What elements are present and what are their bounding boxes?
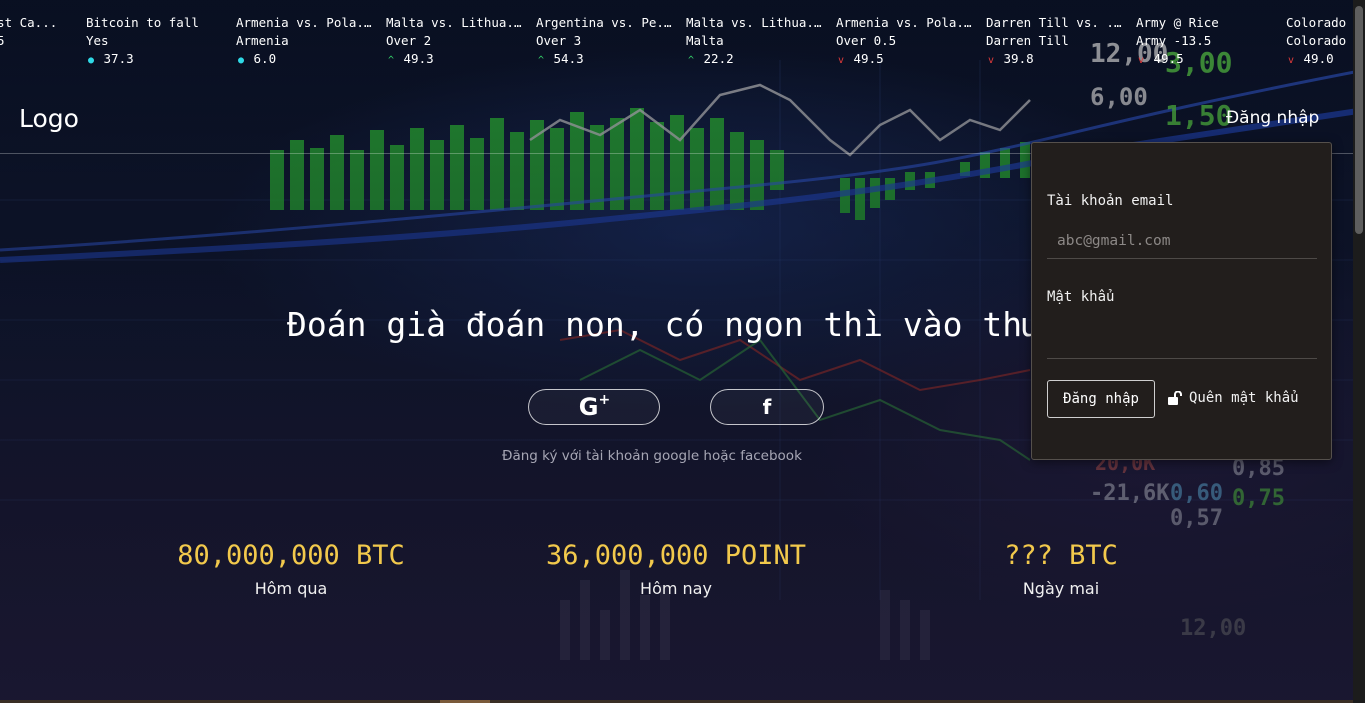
stat-value: 80,000,000 BTC — [177, 540, 405, 571]
facebook-login-button[interactable]: f — [710, 389, 824, 425]
ticker-value: 37.3 — [103, 51, 134, 66]
chevron-down-icon: v — [837, 55, 845, 66]
stat-value: 36,000,000 POINT — [545, 540, 807, 571]
ticker-value: 49.0 — [1303, 51, 1334, 66]
ticker-value: 39.8 — [1003, 51, 1034, 66]
dot-icon: ● — [237, 55, 245, 66]
google-login-button[interactable]: G+ — [528, 389, 660, 425]
ticker-pick: Army -13.5 — [1136, 33, 1212, 48]
page-scrollbar[interactable] — [1353, 0, 1365, 703]
dot-icon: ● — [87, 55, 95, 66]
ticker-value: 49.3 — [403, 51, 434, 66]
ticker-item[interactable]: Bitcoin to fall Yes ● 37.3 — [86, 14, 226, 70]
password-field[interactable] — [1047, 323, 1317, 359]
stat-tomorrow: ??? BTC Ngày mai — [930, 540, 1192, 598]
chevron-down-icon: v — [1287, 55, 1295, 66]
ticker-pick: Yes — [86, 33, 109, 48]
login-dropdown: Tài khoản email Mật khẩu Đăng nhập Quên … — [1031, 142, 1332, 460]
ticker-title: Colorado S — [1286, 15, 1353, 30]
ticker-item[interactable]: Colorado S Colorado S v 49.0 — [1286, 14, 1353, 70]
facebook-icon: f — [762, 395, 772, 419]
chevron-up-icon: ^ — [387, 55, 395, 66]
stat-yesterday: 80,000,000 BTC Hôm qua — [160, 540, 422, 598]
ticker-title: Bitcoin to fall — [86, 15, 199, 30]
ticker-value: 22.2 — [703, 51, 734, 66]
ticker-title: Armenia vs. Pola... — [236, 15, 376, 30]
scrollbar-thumb[interactable] — [1355, 6, 1363, 234]
stat-label: Hôm qua — [254, 579, 328, 598]
password-label: Mật khẩu — [1047, 289, 1115, 305]
ticker-title: Argentina vs. Pe... — [536, 15, 676, 30]
unlock-icon — [1168, 391, 1182, 405]
ticker-title: Malta vs. Lithua... — [686, 15, 826, 30]
forgot-password-label: Quên mật khẩu — [1189, 390, 1299, 406]
stat-label: Hôm nay — [640, 579, 712, 598]
ticker-item[interactable]: Armenia vs. Pola... Over 0.5 v 49.5 — [836, 14, 976, 70]
login-submit-button[interactable]: Đăng nhập — [1047, 380, 1155, 418]
google-plus-icon: G+ — [578, 392, 610, 421]
ticker-item[interactable]: Armenia vs. Pola... Armenia ● 6.0 — [236, 14, 376, 70]
ticker-title: Darren Till vs. ... — [986, 15, 1126, 30]
ticker-pick: Armenia — [236, 33, 289, 48]
site-logo[interactable]: Logo — [19, 104, 79, 133]
email-label: Tài khoản email — [1047, 193, 1174, 209]
ticker-title: Armenia vs. Pola... — [836, 15, 976, 30]
ticker-pick: Over 3 — [536, 33, 582, 48]
ticker-title: Army @ Rice — [1136, 15, 1219, 30]
ticker-pick: Over 0.5 — [836, 33, 897, 48]
ticker-title: Malta vs. Lithua... — [386, 15, 526, 30]
ticker-value: 49.5 — [1153, 51, 1184, 66]
ticker-item[interactable]: Argentina vs. Pe... Over 3 ^ 54.3 — [536, 14, 676, 70]
chevron-up-icon: ^ — [687, 55, 695, 66]
forgot-password-link[interactable]: Quên mật khẩu — [1167, 390, 1299, 406]
signup-note: Đăng ký với tài khoản google hoặc facebo… — [502, 448, 802, 464]
ticker-item[interactable]: Army @ Rice Army -13.5 v 49.5 — [1136, 14, 1276, 70]
hero-title: Đoán già đoán non, có ngon thì vào thử — [287, 305, 1032, 344]
ticker-pick: Colorado S — [1286, 33, 1353, 48]
nav-login-link[interactable]: Đăng nhập — [1226, 108, 1319, 128]
ticker-bar: East Ca... 2.5 Bitcoin to fall Yes ● 37.… — [0, 0, 1353, 80]
chevron-up-icon: ^ — [537, 55, 545, 66]
stat-today: 36,000,000 POINT Hôm nay — [545, 540, 807, 598]
chevron-down-icon: v — [987, 55, 995, 66]
ticker-pick: Malta — [686, 33, 724, 48]
ticker-pick: Over 2 — [386, 33, 432, 48]
ticker-value: 54.3 — [553, 51, 584, 66]
ticker-value: 6.0 — [253, 51, 277, 66]
ticker-item[interactable]: Darren Till vs. ... Darren Till v 39.8 — [986, 14, 1126, 70]
stat-value: ??? BTC — [1004, 540, 1118, 571]
ticker-item[interactable]: Malta vs. Lithua... Malta ^ 22.2 — [686, 14, 826, 70]
chevron-down-icon: v — [1137, 55, 1145, 66]
ticker-value: 49.5 — [853, 51, 884, 66]
email-field[interactable] — [1047, 223, 1317, 259]
ticker-item[interactable]: Malta vs. Lithua... Over 2 ^ 49.3 — [386, 14, 526, 70]
ticker-pick: Darren Till — [986, 33, 1069, 48]
stat-label: Ngày mai — [1022, 579, 1100, 598]
